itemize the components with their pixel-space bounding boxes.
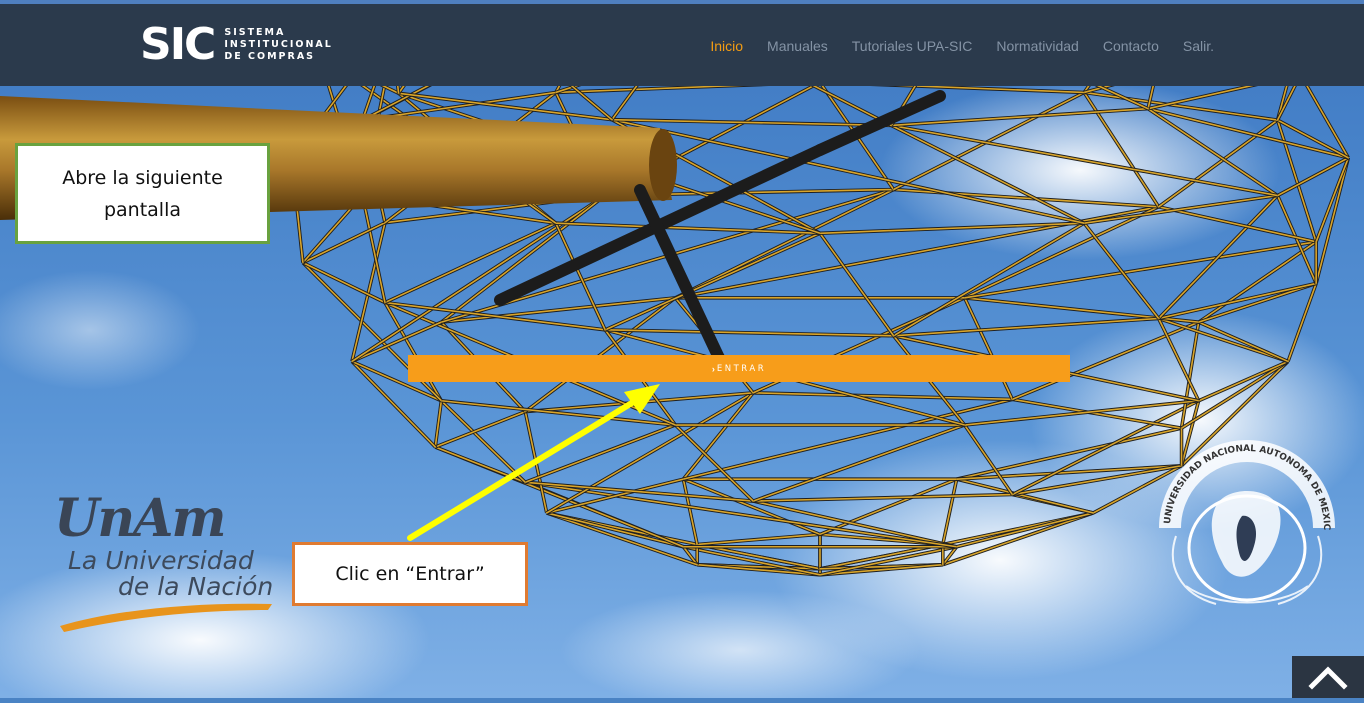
- callout-open-screen: Abre la siguiente pantalla: [15, 143, 270, 244]
- chevron-up-icon: [1308, 666, 1348, 690]
- unam-logo: UnAm La Universidad de la Nación: [54, 488, 278, 638]
- callout-click-enter: Clic en “Entrar”: [292, 542, 528, 606]
- unam-seal-icon: UNIVERSIDAD NACIONAL AUTONOMA DE MEXICO: [1156, 436, 1335, 605]
- unam-title: UnAm: [54, 488, 227, 549]
- unam-tagline-1: La Universidad: [68, 546, 254, 575]
- arrow-head-icon: [624, 384, 660, 414]
- scroll-to-top-button[interactable]: [1292, 656, 1364, 698]
- brush-stroke-icon: [60, 603, 272, 632]
